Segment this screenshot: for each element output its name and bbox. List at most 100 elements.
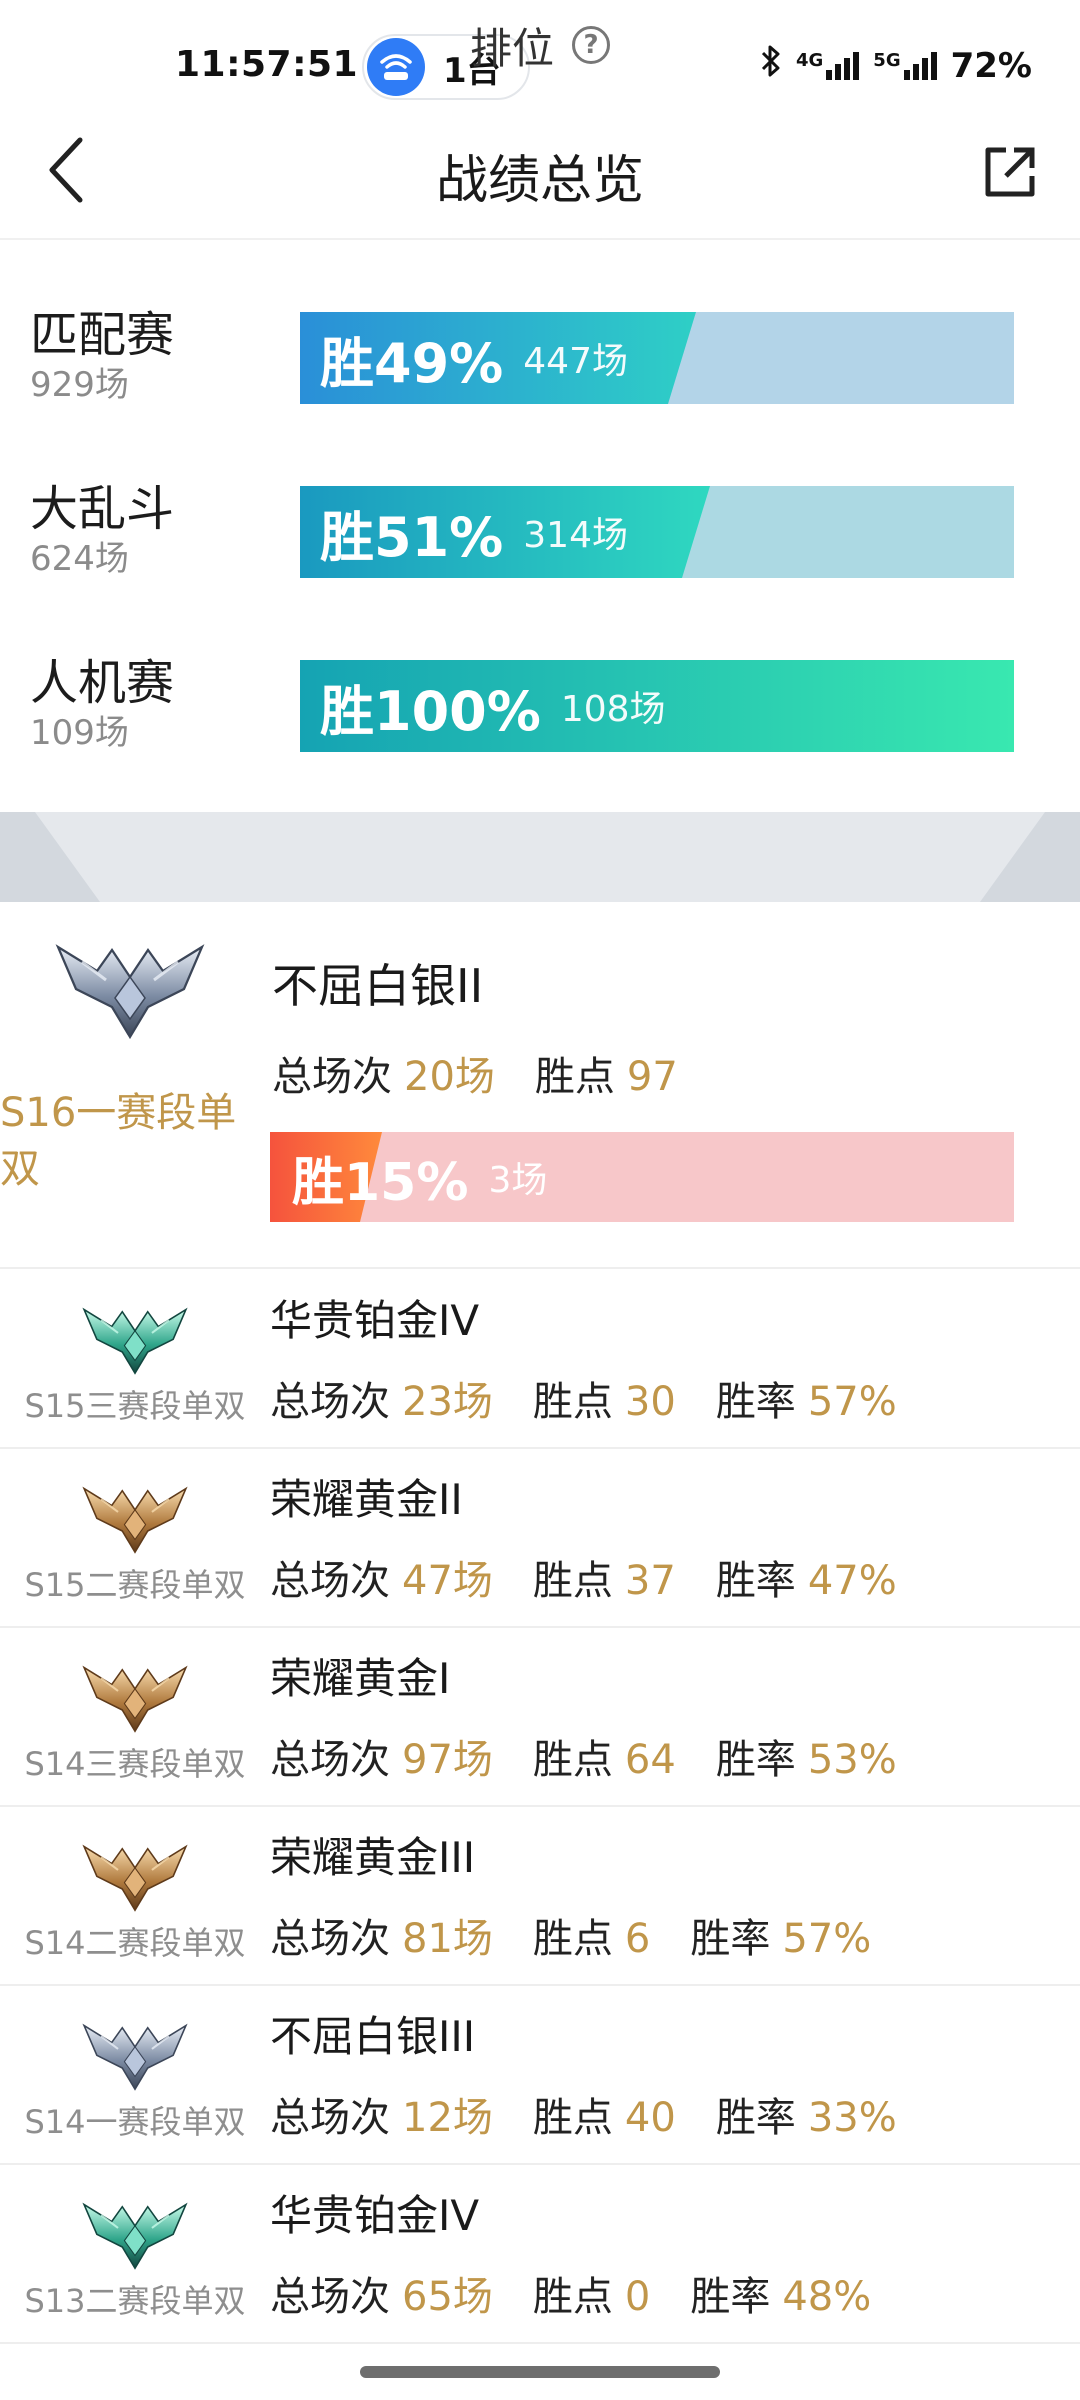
win-games: 108场 — [560, 689, 666, 730]
win-rate-value: 57% — [782, 1916, 872, 1962]
win-rate-bar: 胜49% 447场 — [300, 312, 1014, 404]
tier-name: 荣耀黄金II — [270, 1475, 463, 1524]
win-rate-label: 胜率 — [715, 1379, 796, 1425]
points-value: 30 — [624, 1379, 676, 1425]
season-label: S14二赛段单双 — [24, 1924, 246, 1962]
win-games: 447场 — [523, 341, 628, 382]
total-games-label: 总场次 — [272, 1054, 392, 1100]
total-games-value: 81场 — [402, 1916, 493, 1962]
win-rate: 胜100% — [320, 679, 541, 743]
current-stats: 总场次 20场 胜点 97 — [272, 1044, 718, 1102]
ranked-title: 排位 ? — [0, 0, 1080, 90]
tier-name: 华贵铂金IV — [270, 1296, 480, 1345]
current-win-games: 3场 — [488, 1160, 548, 1201]
rank-emblem-silver-icon — [82, 2015, 188, 2095]
mode-row[interactable]: 大乱斗 624场 胜51% 314场 — [0, 469, 1080, 589]
win-rate-bar: 胜100% 108场 — [300, 660, 1014, 752]
season-row[interactable]: S14三赛段单双 荣耀黄金I 总场次 97场 胜点 64 胜率 53% — [0, 1627, 1080, 1805]
mode-total-games: 109场 — [30, 713, 129, 753]
mode-total-games: 624场 — [30, 539, 129, 579]
win-rate-value: 48% — [782, 2274, 872, 2320]
current-season-label: S16一赛段单双 — [0, 1090, 237, 1192]
points-value: 0 — [624, 2274, 651, 2320]
home-indicator[interactable] — [360, 2366, 720, 2378]
win-rate-label: 胜率 — [715, 1558, 796, 1604]
tier-name: 不屈白银III — [270, 2012, 476, 2061]
win-rate-value: 47% — [807, 1558, 897, 1604]
ranked-title-label: 排位 — [469, 23, 554, 73]
total-games-value: 97场 — [402, 1737, 493, 1783]
season-row[interactable]: S15二赛段单双 荣耀黄金II 总场次 47场 胜点 37 胜率 47% — [0, 1448, 1080, 1626]
season-label: S15二赛段单双 — [24, 1566, 246, 1604]
season-row[interactable]: S14一赛段单双 不屈白银III 总场次 12场 胜点 40 胜率 33% — [0, 1985, 1080, 2163]
rank-emblem-silver-icon — [55, 932, 205, 1044]
win-rate-value: 57% — [807, 1379, 897, 1425]
points-value: 64 — [624, 1737, 676, 1783]
season-stats: 总场次 23场 胜点 30 胜率 57% — [270, 1369, 937, 1427]
points-label: 胜点 — [532, 2274, 613, 2320]
season-label: S14三赛段单双 — [24, 1745, 246, 1783]
season-stats: 总场次 47场 胜点 37 胜率 47% — [270, 1548, 937, 1606]
current-win-rate: 胜15% — [292, 1152, 469, 1213]
mode-name: 匹配赛 — [30, 307, 175, 363]
season-stats: 总场次 65场 胜点 0 胜率 48% — [270, 2264, 911, 2322]
total-games-label: 总场次 — [270, 1916, 390, 1962]
win-rate: 胜51% — [320, 505, 504, 569]
season-row[interactable]: S15三赛段单双 华贵铂金IV 总场次 23场 胜点 30 胜率 57% — [0, 1269, 1080, 1447]
mode-name: 大乱斗 — [30, 481, 175, 537]
win-rate-value: 53% — [807, 1737, 897, 1783]
points-value: 6 — [624, 1916, 651, 1962]
mode-name: 人机赛 — [30, 655, 175, 711]
ranked-section-header — [0, 812, 1080, 902]
win-games: 314场 — [523, 515, 628, 556]
season-label: S13二赛段单双 — [24, 2282, 246, 2320]
points-label: 胜点 — [532, 1737, 613, 1783]
win-rate-bar: 胜51% 314场 — [300, 486, 1014, 578]
rank-emblem-gold-icon — [82, 1836, 188, 1916]
rank-emblem-platinum-icon — [82, 1299, 188, 1379]
total-games-label: 总场次 — [270, 2095, 390, 2141]
points-label: 胜点 — [532, 2095, 613, 2141]
total-games-value: 65场 — [402, 2274, 493, 2320]
points-label: 胜点 — [532, 1916, 613, 1962]
rank-emblem-platinum-icon — [82, 2194, 188, 2274]
season-stats: 总场次 97场 胜点 64 胜率 53% — [270, 1727, 937, 1785]
total-games-label: 总场次 — [270, 1379, 390, 1425]
season-row[interactable]: S14二赛段单双 荣耀黄金III 总场次 81场 胜点 6 胜率 57% — [0, 1806, 1080, 1984]
tier-name: 荣耀黄金I — [270, 1654, 451, 1703]
mode-row[interactable]: 人机赛 109场 胜100% 108场 — [0, 643, 1080, 763]
win-rate-label: 胜率 — [690, 1916, 771, 1962]
season-stats: 总场次 81场 胜点 6 胜率 57% — [270, 1906, 911, 1964]
header-divider — [0, 238, 1080, 240]
season-row[interactable]: S13二赛段单双 华贵铂金IV 总场次 65场 胜点 0 胜率 48% — [0, 2164, 1080, 2342]
season-label: S15三赛段单双 — [24, 1387, 246, 1425]
points-value: 97 — [626, 1054, 678, 1100]
total-games-value: 23场 — [402, 1379, 493, 1425]
total-games-label: 总场次 — [270, 2274, 390, 2320]
points-value: 37 — [624, 1558, 676, 1604]
share-external-icon — [985, 147, 1035, 197]
total-games-value: 20场 — [404, 1054, 495, 1100]
season-stats: 总场次 12场 胜点 40 胜率 33% — [270, 2085, 937, 2143]
mode-total-games: 929场 — [30, 365, 129, 405]
win-rate: 胜49% — [320, 331, 504, 395]
tier-name: 华贵铂金IV — [270, 2191, 480, 2240]
row-divider — [0, 2342, 1080, 2344]
rank-emblem-gold-icon — [82, 1657, 188, 1737]
win-rate-label: 胜率 — [690, 2274, 771, 2320]
question-circle-icon[interactable]: ? — [572, 26, 610, 64]
season-label: S14一赛段单双 — [24, 2103, 246, 2141]
win-rate-label: 胜率 — [715, 2095, 796, 2141]
mode-row[interactable]: 匹配赛 929场 胜49% 447场 — [0, 295, 1080, 415]
total-games-value: 12场 — [402, 2095, 493, 2141]
win-rate-label: 胜率 — [715, 1737, 796, 1783]
current-tier: 不屈白银II — [272, 959, 484, 1013]
share-button[interactable] — [980, 142, 1040, 202]
tier-name: 荣耀黄金III — [270, 1833, 476, 1882]
rank-emblem-gold-icon — [82, 1478, 188, 1558]
points-label: 胜点 — [532, 1558, 613, 1604]
page-title: 战绩总览 — [435, 151, 644, 211]
win-rate-value: 33% — [807, 2095, 897, 2141]
total-games-label: 总场次 — [270, 1558, 390, 1604]
total-games-value: 47场 — [402, 1558, 493, 1604]
